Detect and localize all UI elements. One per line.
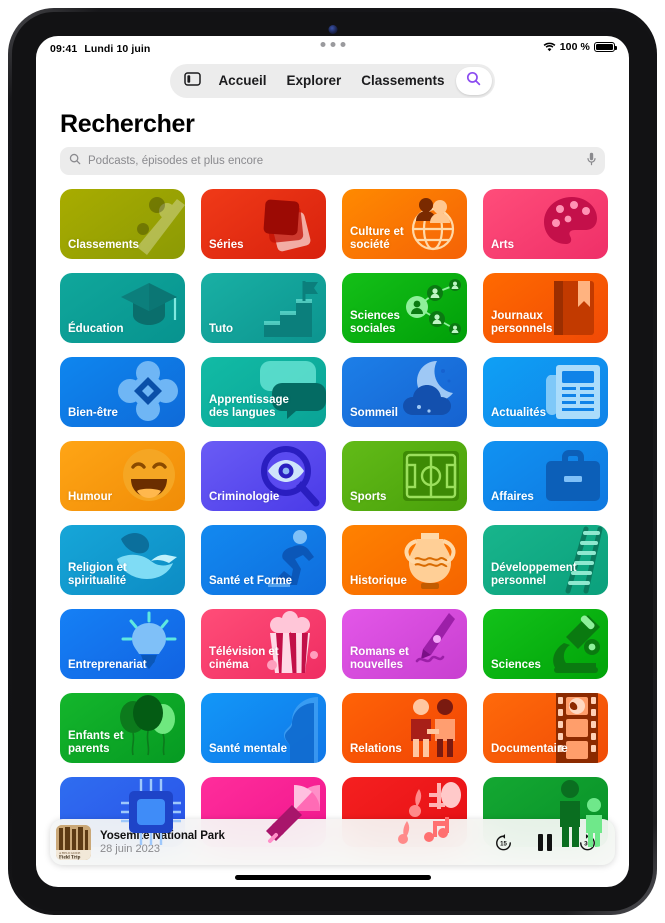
- category-label: Humour: [68, 491, 113, 503]
- category-grid: Classements Séries Culture et société Ar…: [60, 189, 609, 847]
- search-icon: [69, 152, 81, 170]
- category-tile-television-et-cinema[interactable]: Télévision et cinéma: [201, 609, 326, 679]
- category-tile-humour[interactable]: Humour: [60, 441, 185, 511]
- category-label: Arts: [491, 239, 515, 251]
- category-tile-romans-et-nouvelles[interactable]: Romans et nouvelles: [342, 609, 467, 679]
- category-tile-sciences-sociales[interactable]: Sciences sociales: [342, 273, 467, 343]
- screen: 09:41 Lundi 10 juin 100 % Accueil Explor…: [36, 36, 629, 887]
- category-tile-actualites[interactable]: Actualités: [483, 357, 608, 427]
- podcast-artwork[interactable]: A FIELD GUIDE Field Trip: [56, 824, 91, 860]
- music-notes-icon: [393, 777, 467, 847]
- status-bar-right: 100 %: [543, 41, 618, 53]
- svg-text:15: 15: [500, 840, 507, 847]
- category-tile-apprentissage-des-langues[interactable]: Apprentissage des langues: [201, 357, 326, 427]
- device-bezel: 09:41 Lundi 10 juin 100 % Accueil Explor…: [12, 12, 653, 911]
- category-label: Séries: [209, 239, 244, 251]
- category-tile-enfants-et-parents[interactable]: Enfants et parents: [60, 693, 185, 763]
- category-tile-bien-etre[interactable]: Bien-être: [60, 357, 185, 427]
- ipad-device-frame: 09:41 Lundi 10 juin 100 % Accueil Explor…: [8, 8, 657, 915]
- status-time: 09:41: [50, 43, 78, 55]
- search-icon: [466, 71, 481, 91]
- category-label: Criminologie: [209, 491, 280, 503]
- category-tile-series[interactable]: Séries: [201, 189, 326, 259]
- category-tile-sports[interactable]: Sports: [342, 441, 467, 511]
- top-navigation: Accueil Explorer Classements: [36, 64, 629, 98]
- category-label: Religion et spiritualité: [68, 562, 127, 587]
- home-indicator[interactable]: [234, 875, 431, 880]
- page-title: Rechercher: [60, 110, 195, 138]
- category-label: Sports: [350, 491, 387, 503]
- category-tile-relations[interactable]: Relations: [342, 693, 467, 763]
- front-camera: [328, 25, 337, 34]
- status-bar-left: 09:41 Lundi 10 juin: [50, 43, 150, 55]
- category-label: Tuto: [209, 323, 234, 335]
- category-tile-affaires[interactable]: Affaires: [483, 441, 608, 511]
- status-date: Lundi 10 juin: [84, 43, 151, 55]
- category-label: Bien-être: [68, 407, 118, 419]
- category-label: Documentaire: [491, 743, 568, 755]
- microchip-icon: [111, 777, 185, 847]
- handle-dot: [320, 42, 325, 47]
- microphone-icon[interactable]: [587, 152, 596, 171]
- category-label: Romans et nouvelles: [350, 646, 409, 671]
- category-label: Apprentissage des langues: [209, 394, 289, 419]
- category-label: Actualités: [491, 407, 546, 419]
- nav-pill: Accueil Explorer Classements: [170, 64, 495, 98]
- category-label: Affaires: [491, 491, 534, 503]
- category-tile-sante-et-forme[interactable]: Santé et Forme: [201, 525, 326, 595]
- category-tile-sante-mentale[interactable]: Santé mentale: [201, 693, 326, 763]
- category-label: Journaux personnels: [491, 310, 553, 335]
- svg-text:A FIELD GUIDE: A FIELD GUIDE: [59, 851, 80, 855]
- category-label: Enfants et parents: [68, 730, 124, 755]
- sidebar-toggle-icon: [184, 71, 201, 91]
- category-label: Télévision et cinéma: [209, 646, 279, 671]
- category-tile-religion-et-spiritualite[interactable]: Religion et spiritualité: [60, 525, 185, 595]
- nav-tab-charts[interactable]: Classements: [352, 67, 453, 95]
- skip-back-15-button[interactable]: 15: [493, 832, 513, 852]
- category-tile-culture-et-societe[interactable]: Culture et société: [342, 189, 467, 259]
- category-label: Classements: [68, 239, 139, 251]
- category-tile-documentaire[interactable]: Documentaire: [483, 693, 608, 763]
- nav-tab-search[interactable]: [455, 67, 492, 95]
- category-label: Historique: [350, 575, 407, 587]
- category-tile-entreprenariat[interactable]: Entreprenariat: [60, 609, 185, 679]
- sidebar-toggle-button[interactable]: [179, 67, 205, 95]
- category-label: Sciences: [491, 659, 541, 671]
- category-tile-tuto[interactable]: Tuto: [201, 273, 326, 343]
- parent-child-icon: [534, 777, 608, 847]
- category-tile-developpement-personnel[interactable]: Développement personnel: [483, 525, 608, 595]
- handle-dot: [330, 42, 335, 47]
- svg-text:Field Trip: Field Trip: [59, 855, 81, 860]
- category-label: Entreprenariat: [68, 659, 147, 671]
- battery-fill: [596, 44, 613, 50]
- category-label: Développement personnel: [491, 562, 577, 587]
- category-label: Santé mentale: [209, 743, 287, 755]
- category-tile-sciences[interactable]: Sciences: [483, 609, 608, 679]
- battery-percentage: 100 %: [559, 41, 590, 53]
- category-label: Santé et Forme: [209, 575, 293, 587]
- nav-tab-home[interactable]: Accueil: [209, 67, 275, 95]
- battery-icon: [594, 42, 618, 52]
- category-tile-criminologie[interactable]: Criminologie: [201, 441, 326, 511]
- category-label: Sciences sociales: [350, 310, 400, 335]
- category-tile-historique[interactable]: Historique: [342, 525, 467, 595]
- category-tile-sommeil[interactable]: Sommeil: [342, 357, 467, 427]
- category-label: Relations: [350, 743, 402, 755]
- category-label: Sommeil: [350, 407, 398, 419]
- wifi-icon: [543, 42, 556, 52]
- category-tile-education[interactable]: Éducation: [60, 273, 185, 343]
- handle-dot: [340, 42, 345, 47]
- category-label: Culture et société: [350, 226, 404, 251]
- category-label: Éducation: [68, 323, 124, 335]
- category-tile-journaux-personnels[interactable]: Journaux personnels: [483, 273, 608, 343]
- nav-tab-browse[interactable]: Explorer: [277, 67, 350, 95]
- status-bar: 09:41 Lundi 10 juin 100 %: [36, 36, 629, 58]
- category-tile-classements[interactable]: Classements: [60, 189, 185, 259]
- category-tile-arts[interactable]: Arts: [483, 189, 608, 259]
- multitasking-handle[interactable]: [320, 42, 345, 47]
- search-input[interactable]: Podcasts, épisodes et plus encore: [88, 155, 580, 167]
- search-field[interactable]: Podcasts, épisodes et plus encore: [60, 147, 605, 175]
- umbrella-icon: [252, 777, 326, 847]
